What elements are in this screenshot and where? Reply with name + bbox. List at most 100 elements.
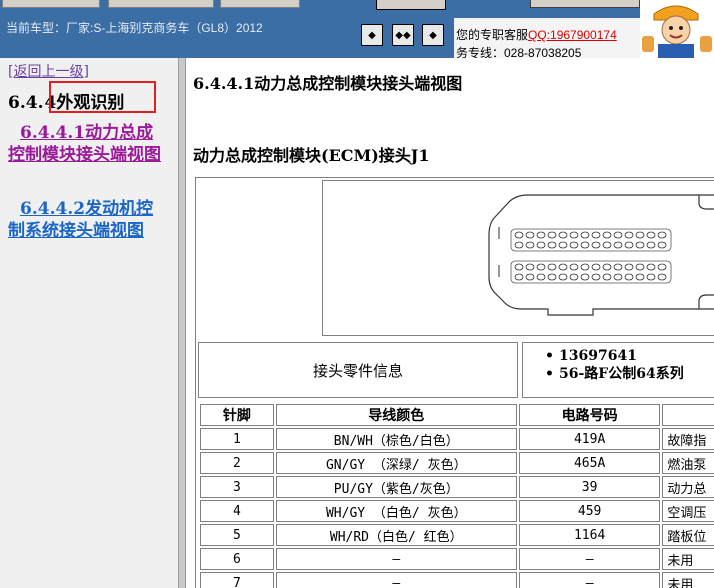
connector-pin bbox=[624, 231, 634, 239]
nav-link-ecm-connector[interactable]: 6.4.4.1动力总成控制模块接头端视图 bbox=[8, 122, 168, 166]
col-function bbox=[662, 404, 714, 426]
circuit-cell: 419A bbox=[518, 428, 661, 450]
connector-type: 56-路F公制64系列 bbox=[545, 365, 684, 383]
function-cell: 未用 bbox=[662, 548, 714, 570]
connector-pin bbox=[646, 241, 656, 249]
nav-link-number: 6.4.4.1 bbox=[20, 123, 86, 143]
connector-pin bbox=[569, 231, 579, 239]
connector-pin bbox=[646, 273, 656, 281]
connector-pin bbox=[624, 273, 634, 281]
pin-cell: 3 bbox=[200, 476, 274, 498]
connector-pin bbox=[525, 241, 535, 249]
connector-pin bbox=[580, 231, 590, 239]
prev-page-button[interactable]: ◆ bbox=[361, 24, 383, 46]
connector-pin bbox=[624, 263, 634, 271]
connector-pin bbox=[514, 263, 524, 271]
top-button[interactable] bbox=[376, 0, 446, 10]
circuit-cell: – bbox=[518, 548, 661, 570]
app-header: 当前车型：厂家:S-上海别克商务车（GL8）2012 ◆ ◆◆ ◆ 您的专职客服… bbox=[0, 0, 714, 60]
connector-pin bbox=[613, 273, 623, 281]
color-cell: WH/GY （白色/ 灰色） bbox=[275, 500, 517, 522]
col-circuit: 电路号码 bbox=[518, 404, 661, 426]
connector-pin bbox=[547, 231, 557, 239]
circuit-cell: 459 bbox=[518, 500, 661, 522]
connector-pin bbox=[602, 263, 612, 271]
pin-cell: 4 bbox=[200, 500, 274, 522]
color-cell: BN/WH（棕色/白色） bbox=[275, 428, 517, 450]
current-car-label: 当前车型：厂家:S-上海别克商务车（GL8）2012 bbox=[6, 21, 263, 35]
connector-pin bbox=[536, 263, 546, 271]
circuit-cell: 465A bbox=[518, 452, 661, 474]
mascot-image bbox=[640, 0, 714, 58]
col-wire-color: 导线颜色 bbox=[275, 404, 517, 426]
connector-pin bbox=[569, 273, 579, 281]
header-tab[interactable] bbox=[220, 0, 300, 8]
color-cell: PU/GY（紫色/灰色） bbox=[275, 476, 517, 498]
connector-title: 动力总成控制模块(ECM)接头J1 bbox=[193, 146, 430, 165]
color-cell: – bbox=[275, 548, 517, 570]
connector-pin bbox=[525, 263, 535, 271]
support-qq-link[interactable]: QQ:1967900174 bbox=[528, 28, 617, 42]
support-panel: 您的专职客服QQ:1967900174 务专线：028-87038205 bbox=[454, 18, 640, 60]
circuit-cell: 39 bbox=[518, 476, 661, 498]
connector-pin bbox=[613, 241, 623, 249]
jump-icon: ◆◆ bbox=[395, 29, 411, 41]
connector-pin bbox=[635, 231, 645, 239]
page-title: 6.4.4.1动力总成控制模块接头端视图 bbox=[193, 74, 463, 93]
jump-page-button[interactable]: ◆◆ bbox=[392, 24, 414, 46]
nav-link-engine-connector[interactable]: 6.4.4.2发动机控制系统接头端视图 bbox=[8, 198, 168, 242]
connector-pin bbox=[547, 241, 557, 249]
connector-pin bbox=[624, 241, 634, 249]
function-cell: 未用 bbox=[662, 572, 714, 588]
connector-pin bbox=[635, 241, 645, 249]
connector-pin bbox=[657, 273, 667, 281]
panel-splitter[interactable] bbox=[178, 58, 186, 588]
next-page-button[interactable]: ◆ bbox=[422, 24, 444, 46]
nav-link-number: 6.4.4.2 bbox=[20, 199, 86, 219]
left-nav-panel: [返回上一级] 6.4.4外观识别 6.4.4.1动力总成控制模块接头端视图 6… bbox=[0, 58, 178, 588]
pin-cell: 7 bbox=[200, 572, 274, 588]
connector-pin bbox=[591, 231, 601, 239]
connector-drawing bbox=[488, 194, 714, 316]
next-icon: ◆ bbox=[429, 29, 437, 41]
table-header-row: 针脚 导线颜色 电路号码 bbox=[200, 404, 714, 426]
connector-pin bbox=[646, 263, 656, 271]
circuit-cell: – bbox=[518, 572, 661, 588]
header-tab[interactable] bbox=[2, 0, 100, 8]
connector-pin bbox=[536, 273, 546, 281]
top-button[interactable] bbox=[530, 0, 640, 8]
connector-pin bbox=[591, 263, 601, 271]
table-row: 1 BN/WH（棕色/白色） 419A 故障指 bbox=[200, 428, 714, 450]
connector-pin bbox=[569, 263, 579, 271]
color-cell: WH/RD（白色/ 红色） bbox=[275, 524, 517, 546]
support-text: 您的专职客服 bbox=[456, 28, 529, 42]
header-tabs bbox=[0, 0, 300, 8]
function-cell: 动力总 bbox=[662, 476, 714, 498]
color-cell: – bbox=[275, 572, 517, 588]
back-link[interactable]: [返回上一级] bbox=[8, 61, 89, 81]
connector-pin bbox=[536, 241, 546, 249]
connector-pin bbox=[580, 273, 590, 281]
table-row: 3 PU/GY（紫色/灰色） 39 动力总 bbox=[200, 476, 714, 498]
header-tab[interactable] bbox=[108, 0, 214, 8]
connector-pin bbox=[635, 263, 645, 271]
connector-pin bbox=[602, 273, 612, 281]
connector-pin bbox=[558, 273, 568, 281]
pin-cell: 1 bbox=[200, 428, 274, 450]
support-line: 您的专职客服QQ:1967900174 bbox=[456, 26, 617, 43]
pin-table: 针脚 导线颜色 电路号码 1 BN/WH（棕色/白色） 419A 故障指 2 G… bbox=[198, 402, 714, 588]
table-row: 5 WH/RD（白色/ 红色） 1164 踏板位 bbox=[200, 524, 714, 546]
connector-pin bbox=[536, 231, 546, 239]
connector-pin bbox=[525, 273, 535, 281]
pin-cell: 5 bbox=[200, 524, 274, 546]
connector-pin bbox=[591, 273, 601, 281]
table-row: 6 – – 未用 bbox=[200, 548, 714, 570]
table-row: 2 GN/GY （深绿/ 灰色） 465A 燃油泵 bbox=[200, 452, 714, 474]
pin-cell: 2 bbox=[200, 452, 274, 474]
prev-icon: ◆ bbox=[368, 29, 376, 41]
function-cell: 空调压 bbox=[662, 500, 714, 522]
table-row: 7 – – 未用 bbox=[200, 572, 714, 588]
function-cell: 故障指 bbox=[662, 428, 714, 450]
connector-pin bbox=[558, 231, 568, 239]
pin-cell: 6 bbox=[200, 548, 274, 570]
